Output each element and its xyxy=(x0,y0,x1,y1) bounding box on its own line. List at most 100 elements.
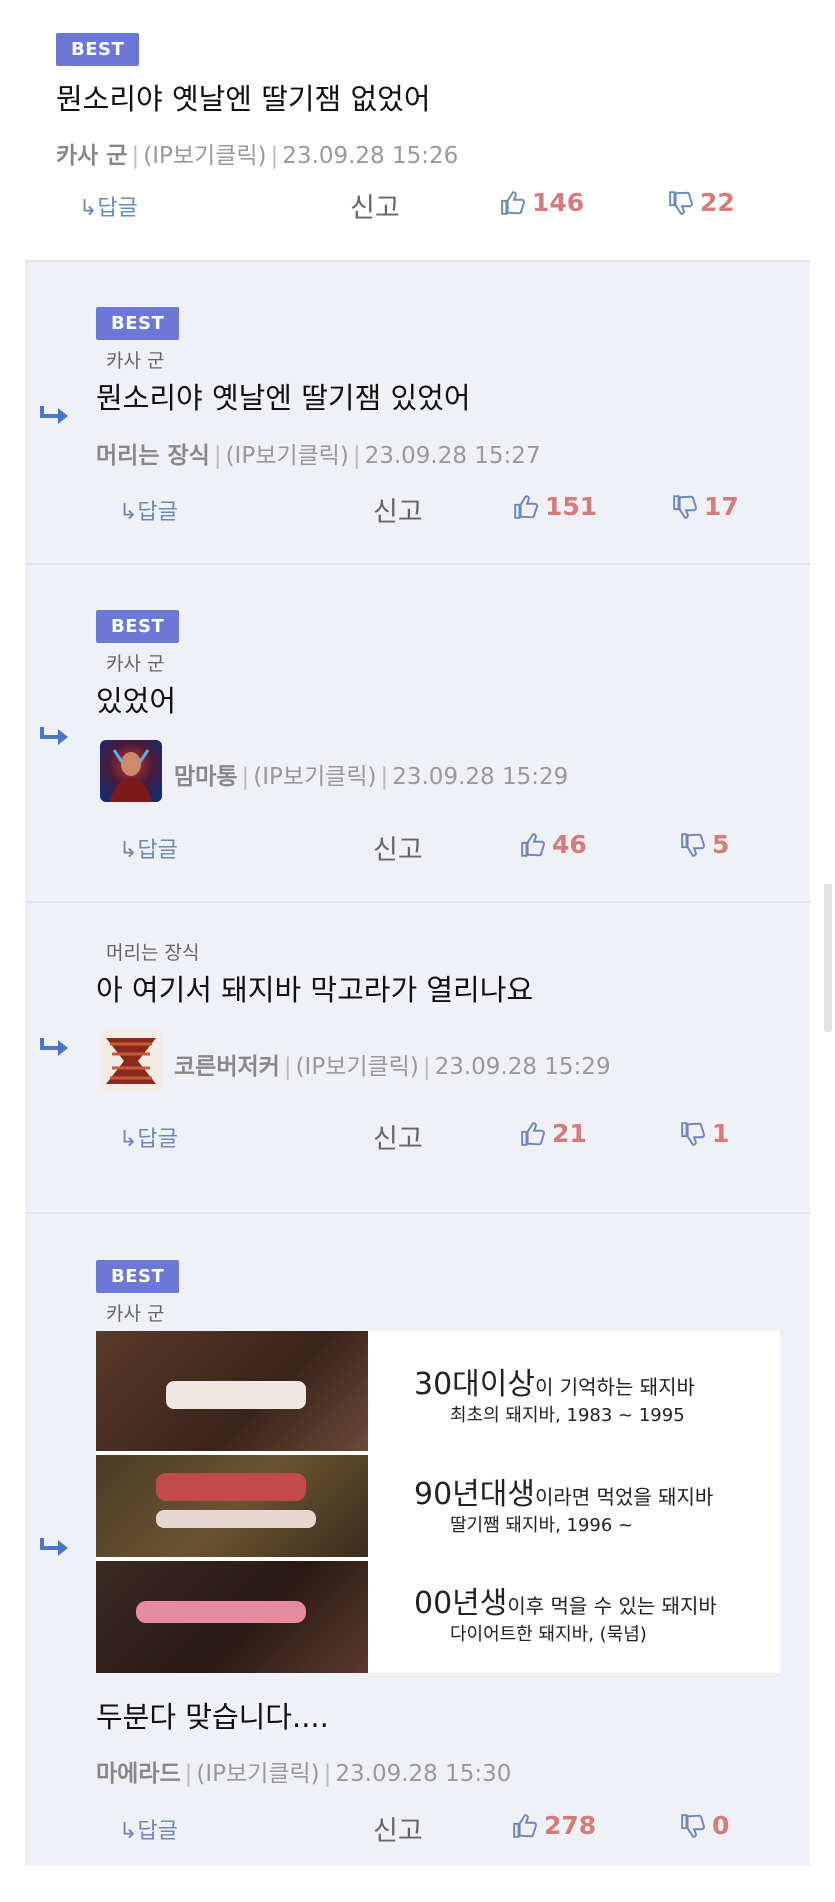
like-count: 146 xyxy=(532,188,585,217)
action-bar: ↳답글 신고 21 1 xyxy=(25,1117,810,1157)
report-button[interactable]: 신고 xyxy=(350,186,400,225)
action-bar: ↳답글 신고 146 22 xyxy=(25,186,810,226)
image-caption-1: 30대이상이 기억하는 돼지바 xyxy=(414,1367,695,1402)
author-nick[interactable]: 카사 군 xyxy=(56,143,128,169)
action-bar: ↳답글 신고 278 0 xyxy=(25,1809,810,1849)
user-avatar[interactable] xyxy=(100,1030,162,1092)
comment-meta: 머리는 장식 | (IP보기클릭) | 23.09.28 15:27 xyxy=(96,443,541,469)
thumbs-down-icon xyxy=(681,832,705,857)
like-button[interactable]: 21 xyxy=(520,1119,587,1148)
author-nick[interactable]: 머리는 장식 xyxy=(96,443,210,469)
comment-0: BEST 뭔소리야 옛날엔 딸기잼 없었어 카사 군 | (IP보기클릭) | 23.0… xyxy=(25,0,810,260)
ip-link[interactable]: (IP보기클릭) xyxy=(253,764,376,790)
report-button[interactable]: 신고 xyxy=(373,828,423,867)
parent-author: 머리는 장식 xyxy=(106,942,200,964)
image-subcaption-3: 다이어트한 돼지바, (묵념) xyxy=(450,1624,647,1645)
thumbs-down-icon xyxy=(673,494,697,519)
portrait-icon xyxy=(110,749,152,802)
dislike-count: 17 xyxy=(704,492,739,521)
best-badge: BEST xyxy=(96,1260,180,1293)
action-bar: ↳답글 신고 46 5 xyxy=(25,828,810,868)
comment-2: BEST 카사 군 있었어 맘마통 | (IP보기클릭) | 23.09.28 15:2… xyxy=(25,563,810,903)
emblem-icon xyxy=(106,1038,156,1084)
comment-4: BEST 카사 군 30대이상이 기억하는 돼지바 최초의 돼지바, 1983 … xyxy=(25,1212,810,1866)
parent-author: 카사 군 xyxy=(106,350,165,372)
porkbar-photo-1 xyxy=(96,1331,368,1451)
like-count: 46 xyxy=(552,830,587,859)
comment-meta: 코른버저커 | (IP보기클릭) | 23.09.28 15:29 xyxy=(174,1054,611,1080)
dislike-button[interactable]: 5 xyxy=(680,830,729,859)
attached-image[interactable]: 30대이상이 기억하는 돼지바 최초의 돼지바, 1983 ~ 1995 90년… xyxy=(96,1331,780,1673)
author-nick[interactable]: 맘마통 xyxy=(174,764,237,790)
dislike-button[interactable]: 0 xyxy=(680,1811,729,1840)
thumbs-down-icon xyxy=(681,1121,705,1146)
scrollbar[interactable] xyxy=(824,884,832,1032)
image-subcaption-1: 최초의 돼지바, 1983 ~ 1995 xyxy=(450,1405,685,1426)
dislike-count: 1 xyxy=(712,1119,730,1148)
comment-text: 뭔소리야 옛날엔 딸기잼 있었어 xyxy=(96,381,471,415)
reply-arrow-icon xyxy=(40,406,68,424)
dislike-button[interactable]: 17 xyxy=(672,492,739,521)
reply-button[interactable]: ↳답글 xyxy=(119,1813,178,1845)
like-count: 151 xyxy=(545,492,598,521)
timestamp: 23.09.28 15:29 xyxy=(434,1054,611,1080)
porkbar-photo-3 xyxy=(96,1561,368,1673)
comment-3: 머리는 장식 아 여기서 돼지바 막고라가 열리나요 코른버저커 | (IP보기클릭… xyxy=(25,901,810,1214)
dislike-count: 0 xyxy=(712,1811,730,1840)
report-button[interactable]: 신고 xyxy=(373,1809,423,1848)
image-caption-2: 90년대생이라면 먹었을 돼지바 xyxy=(414,1477,714,1512)
image-caption-3: 00년생이후 먹을 수 있는 돼지바 xyxy=(414,1586,717,1621)
timestamp: 23.09.28 15:30 xyxy=(335,1761,512,1787)
like-button[interactable]: 151 xyxy=(513,492,597,521)
thumbs-down-icon xyxy=(669,190,693,215)
author-nick[interactable]: 코른버저커 xyxy=(174,1054,280,1080)
thumbs-down-icon xyxy=(681,1813,705,1838)
action-bar: ↳답글 신고 151 17 xyxy=(25,490,810,530)
ip-link[interactable]: (IP보기클릭) xyxy=(226,443,349,469)
report-button[interactable]: 신고 xyxy=(373,1117,423,1156)
reply-button[interactable]: ↳답글 xyxy=(119,832,178,864)
thumbs-up-icon xyxy=(521,832,545,857)
best-badge: BEST xyxy=(96,307,180,340)
timestamp: 23.09.28 15:27 xyxy=(364,443,541,469)
comment-meta: 마에라드 | (IP보기클릭) | 23.09.28 15:30 xyxy=(96,1761,512,1787)
best-badge: BEST xyxy=(96,610,180,643)
like-button[interactable]: 278 xyxy=(512,1811,596,1840)
comment-text: 있었어 xyxy=(96,684,177,718)
reply-button[interactable]: ↳답글 xyxy=(79,190,138,222)
like-button[interactable]: 146 xyxy=(500,188,584,217)
thumbs-up-icon xyxy=(501,190,525,215)
comment-1: BEST 카사 군 뭔소리야 옛날엔 딸기잼 있었어 머리는 장식 | (IP보기클… xyxy=(25,260,810,565)
like-count: 278 xyxy=(544,1811,597,1840)
reply-arrow-icon xyxy=(40,1538,68,1556)
timestamp: 23.09.28 15:29 xyxy=(392,764,569,790)
comment-text: 아 여기서 돼지바 막고라가 열리나요 xyxy=(96,973,534,1007)
comment-meta: 맘마통 | (IP보기클릭) | 23.09.28 15:29 xyxy=(174,764,569,790)
author-nick[interactable]: 마에라드 xyxy=(96,1761,181,1787)
best-badge: BEST xyxy=(56,33,140,66)
ip-link[interactable]: (IP보기클릭) xyxy=(296,1054,419,1080)
report-button[interactable]: 신고 xyxy=(373,490,423,529)
comment-text: 두분다 맞습니다.... xyxy=(96,1700,329,1734)
thumbs-up-icon xyxy=(521,1121,545,1146)
reply-button[interactable]: ↳답글 xyxy=(119,494,178,526)
thumbs-up-icon xyxy=(514,494,538,519)
reply-arrow-icon xyxy=(40,727,68,745)
like-count: 21 xyxy=(552,1119,587,1148)
ip-link[interactable]: (IP보기클릭) xyxy=(143,143,266,169)
thumbs-up-icon xyxy=(513,1813,537,1838)
dislike-count: 22 xyxy=(700,188,735,217)
user-avatar[interactable] xyxy=(100,740,162,802)
reply-arrow-icon xyxy=(40,1038,68,1056)
like-button[interactable]: 46 xyxy=(520,830,587,859)
parent-author: 카사 군 xyxy=(106,1303,165,1325)
image-subcaption-2: 딸기쨈 돼지바, 1996 ~ xyxy=(450,1515,634,1536)
ip-link[interactable]: (IP보기클릭) xyxy=(196,1761,319,1787)
dislike-button[interactable]: 1 xyxy=(680,1119,729,1148)
parent-author: 카사 군 xyxy=(106,653,165,675)
dislike-count: 5 xyxy=(712,830,730,859)
timestamp: 23.09.28 15:26 xyxy=(282,143,459,169)
dislike-button[interactable]: 22 xyxy=(668,188,735,217)
porkbar-photo-2 xyxy=(96,1455,368,1557)
reply-button[interactable]: ↳답글 xyxy=(119,1121,178,1153)
